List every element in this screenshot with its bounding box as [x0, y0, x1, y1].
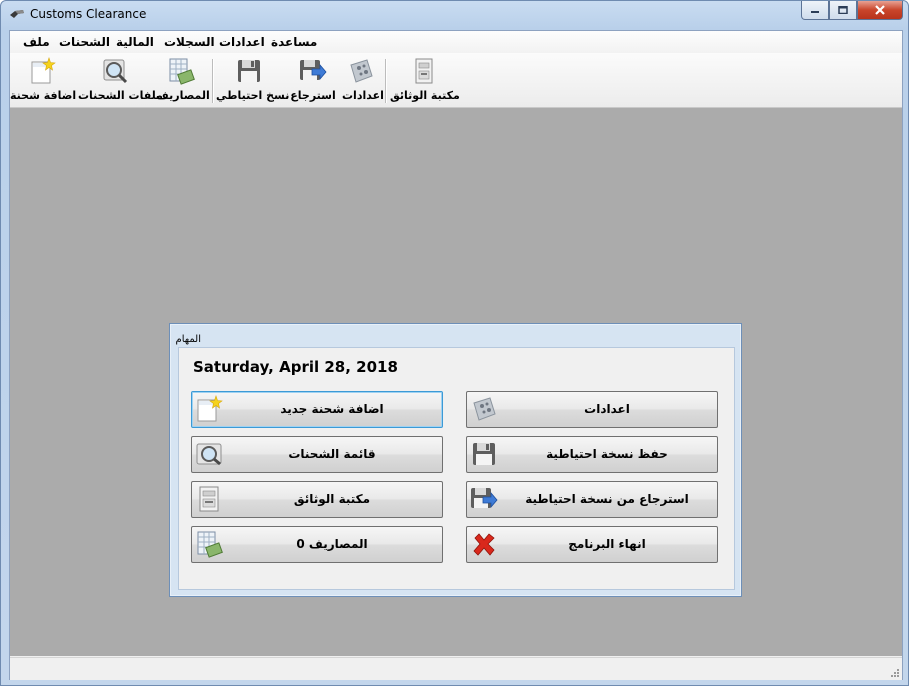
close-button[interactable]: [857, 1, 903, 20]
resize-grip-icon[interactable]: [889, 667, 899, 677]
toolbar-separator: [212, 59, 214, 103]
toolbar-label: استرجاع: [290, 89, 336, 102]
toolbar: اضافة شحنة ملفات الشحنات المصاريف نسخ اح…: [10, 53, 902, 108]
toolbar-expenses-button[interactable]: المصاريف: [156, 55, 210, 105]
toolbar-backup-button[interactable]: نسخ احتياطي: [216, 55, 290, 105]
toolbar-add-shipment-button[interactable]: اضافة شحنة: [10, 55, 77, 105]
shipments-list-button[interactable]: قائمة الشحنات: [191, 436, 443, 473]
window-title: Customs Clearance: [30, 7, 147, 21]
client-area: ملف الشحنات المالية السجلات اعدادات مساع…: [9, 30, 903, 680]
toolbar-label: اضافة شحنة: [10, 89, 77, 102]
maximize-icon: [838, 6, 848, 14]
app-icon: [10, 10, 24, 18]
current-date: Saturday, April 28, 2018: [193, 358, 398, 376]
status-bar: [10, 657, 902, 680]
maximize-button[interactable]: [829, 1, 857, 20]
spreadsheet-money-icon: [169, 58, 195, 85]
toolbar-shipment-files-button[interactable]: ملفات الشحنات: [78, 55, 163, 105]
document-library-icon: [415, 58, 433, 84]
add-shipment-button[interactable]: اضافة شحنة جديد: [191, 391, 443, 428]
magnifier-icon: [103, 59, 128, 84]
menu-bar: ملف الشحنات المالية السجلات اعدادات مساع…: [10, 31, 902, 53]
settings-icon: [350, 59, 373, 83]
menu-file[interactable]: ملف: [23, 35, 50, 49]
caption-buttons: [801, 1, 903, 20]
minimize-button[interactable]: [801, 1, 829, 20]
doc-library-button[interactable]: مكتبة الوثائق: [191, 481, 443, 518]
menu-help[interactable]: مساعدة: [271, 35, 317, 49]
magnifier-icon: [196, 443, 222, 466]
menu-finance[interactable]: المالية: [116, 35, 154, 49]
floppy-restore-icon: [300, 60, 327, 81]
button-label: انهاء البرنامج: [568, 537, 646, 551]
menu-settings[interactable]: اعدادات: [219, 35, 265, 49]
button-label: قائمة الشحنات: [288, 447, 376, 461]
floppy-restore-icon: [471, 488, 498, 509]
toolbar-label: نسخ احتياطي: [216, 89, 290, 102]
close-icon: [875, 5, 885, 15]
red-x-icon: [473, 533, 495, 556]
main-window: Customs Clearance ملف الشحنات المالية ال…: [0, 0, 909, 686]
toolbar-doc-library-button[interactable]: مكتبة الوثائق: [390, 55, 460, 105]
floppy-disk-icon: [473, 443, 495, 465]
mdi-workspace: المهام Saturday, April 28, 2018 اضافة شح…: [10, 108, 902, 656]
button-label: اضافة شحنة جديد: [280, 402, 384, 416]
exit-button[interactable]: انهاء البرنامج: [466, 526, 718, 563]
menu-records[interactable]: السجلات: [164, 35, 215, 49]
settings-icon: [473, 397, 496, 421]
button-label: حفظ نسخة احتياطية: [546, 447, 668, 461]
tasks-panel: المهام Saturday, April 28, 2018 اضافة شح…: [169, 323, 742, 597]
expenses-button[interactable]: المصاريف 0: [191, 526, 443, 563]
button-label: اعدادات: [584, 402, 630, 416]
panel-title: المهام: [175, 334, 201, 345]
floppy-disk-icon: [238, 60, 260, 82]
minimize-icon: [811, 11, 819, 13]
menu-shipments[interactable]: الشحنات: [59, 35, 110, 49]
button-label: استرجاع من نسخة احتياطية: [525, 492, 689, 506]
toolbar-label: اعدادات: [342, 89, 384, 102]
toolbar-label: مكتبة الوثائق: [390, 89, 460, 102]
toolbar-separator: [385, 59, 387, 103]
toolbar-label: ملفات الشحنات: [78, 89, 163, 102]
button-label: المصاريف 0: [296, 537, 368, 551]
button-label: مكتبة الوثائق: [293, 492, 371, 506]
toolbar-settings-button[interactable]: اعدادات: [342, 55, 384, 105]
tasks-panel-body: Saturday, April 28, 2018 اضافة شحنة جديد: [178, 347, 735, 590]
settings-button[interactable]: اعدادات: [466, 391, 718, 428]
new-document-star-icon: [31, 57, 56, 84]
spreadsheet-money-icon: [197, 531, 223, 558]
toolbar-label: المصاريف: [156, 89, 210, 102]
document-library-icon: [199, 486, 219, 512]
backup-button[interactable]: حفظ نسخة احتياطية: [466, 436, 718, 473]
toolbar-restore-button[interactable]: استرجاع: [286, 55, 340, 105]
new-document-star-icon: [197, 395, 223, 422]
title-bar[interactable]: Customs Clearance: [1, 1, 908, 29]
restore-button[interactable]: استرجاع من نسخة احتياطية: [466, 481, 718, 518]
